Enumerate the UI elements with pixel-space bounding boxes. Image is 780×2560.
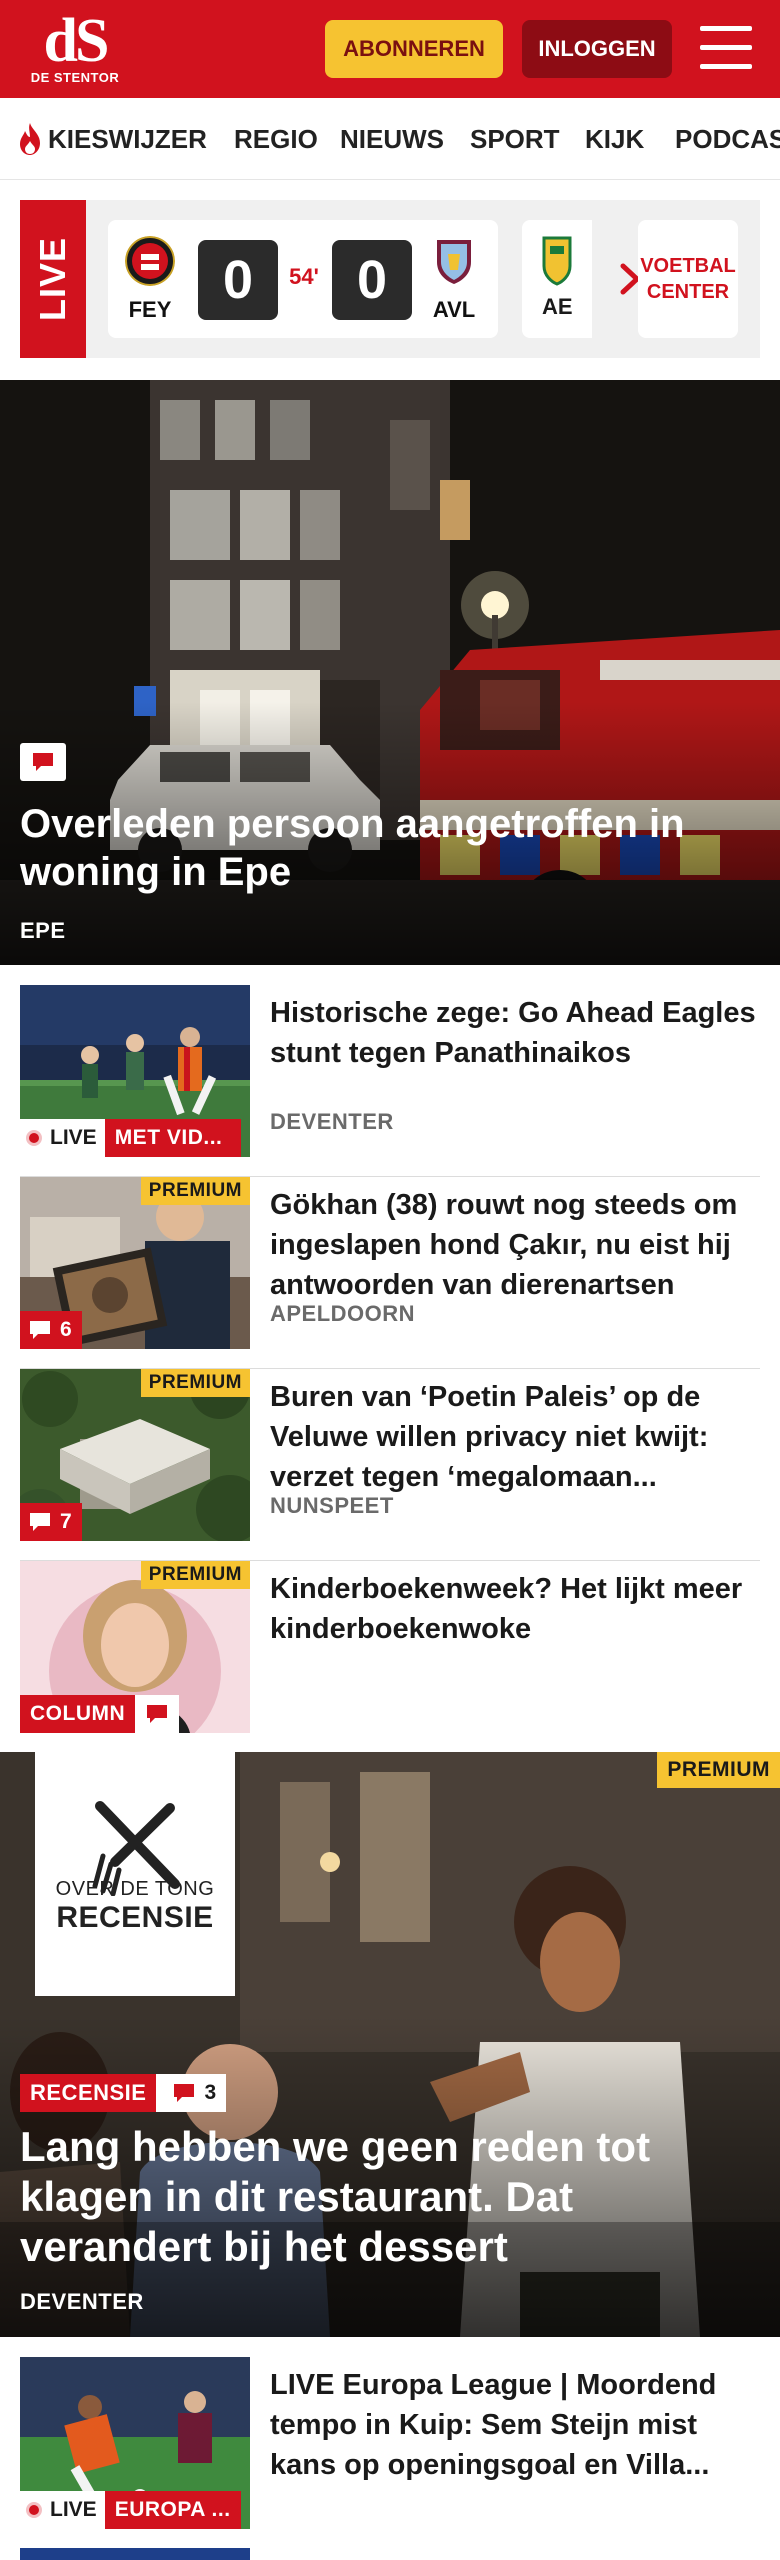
- featured-review-article[interactable]: PREMIUM OVER DE TONG RECENSIE RECENSIE 3…: [0, 1752, 780, 2337]
- article-thumbnail: PREMIUM 6: [20, 1177, 250, 1349]
- aston-villa-crest-icon: [437, 240, 471, 284]
- article-tags: LIVE MET VID...: [20, 1119, 241, 1157]
- home-score: 0: [198, 240, 278, 320]
- premium-badge: PREMIUM: [140, 1369, 250, 1397]
- hero2-location-label: DEVENTER: [20, 2289, 144, 2314]
- nav-item-kieswijzer[interactable]: KIESWIJZER: [16, 98, 207, 179]
- nav-item-kijk[interactable]: KIJK: [585, 98, 644, 179]
- subscribe-button[interactable]: ABONNEREN: [325, 20, 503, 78]
- article-tags: LIVE EUROPA ...: [20, 2491, 241, 2529]
- next-team-name: AE: [542, 294, 573, 319]
- article-title[interactable]: Gökhan (38) rouwt nog steeds om ingeslap…: [270, 1185, 760, 1305]
- article-location-label: DEVENTER: [270, 1109, 394, 1134]
- home-team: FEY: [122, 236, 178, 323]
- article-title[interactable]: Kinderboekenweek? Het lijkt meer kinderb…: [270, 1569, 760, 1649]
- hero2-title[interactable]: Lang hebben we geen reden tot klagen in …: [20, 2122, 760, 2272]
- article-tags: 6: [20, 1311, 82, 1349]
- live-tag: LIVE: [20, 2491, 105, 2529]
- premium-badge: PREMIUM: [657, 1752, 780, 1788]
- live-dot-icon: [26, 1130, 42, 1146]
- away-score: 0: [332, 240, 412, 320]
- comment-count: 7: [60, 1510, 72, 1533]
- article-thumbnail: PREMIUM COLUMN: [20, 1561, 250, 1733]
- comment-count: 3: [204, 2081, 217, 2104]
- football-center-line2: CENTER: [646, 281, 730, 303]
- ado-crest-icon: [542, 236, 572, 286]
- review-tag: RECENSIE: [20, 2074, 157, 2112]
- nav-item-regio[interactable]: REGIO: [234, 98, 318, 179]
- live-tag-label: LIVE: [50, 1126, 97, 1149]
- comment-count: 6: [60, 1318, 72, 1341]
- flame-icon: [20, 123, 40, 155]
- hero-location-label: EPE: [20, 918, 66, 943]
- match-card-next[interactable]: AE: [522, 220, 592, 338]
- live-tab-label: LIVE: [32, 236, 73, 322]
- comment-count-tag[interactable]: 6: [20, 1311, 82, 1349]
- match-minute: 54': [289, 264, 319, 289]
- nav-label-kieswijzer: KIESWIJZER: [48, 123, 207, 154]
- article-location-label: NUNSPEET: [270, 1493, 394, 1518]
- logo-text: DE STENTOR: [30, 70, 120, 85]
- video-tag: MET VID...: [104, 1119, 241, 1157]
- hamburger-menu-icon[interactable]: [700, 24, 752, 72]
- comments-badge[interactable]: [20, 743, 66, 781]
- nav-item-podcast[interactable]: PODCAST: [675, 98, 780, 179]
- article-thumbnail: LIVE EUROPA ...: [20, 2357, 250, 2529]
- article-item[interactable]: LIVE MET VID... Historische zege: Go Ahe…: [20, 985, 760, 1177]
- football-center-button[interactable]: VOETBAL CENTER: [638, 220, 738, 338]
- comment-icon: [30, 1513, 50, 1531]
- home-team-name: FEY: [128, 297, 172, 322]
- nav-item-sport[interactable]: SPORT: [470, 98, 560, 179]
- comment-count-tag[interactable]: 3: [162, 2074, 227, 2112]
- europa-tag: EUROPA ...: [104, 2491, 241, 2529]
- column-tag: COLUMN: [20, 1695, 136, 1733]
- live-dot-icon: [26, 2502, 42, 2518]
- comments-badge[interactable]: [135, 1695, 180, 1733]
- article-title[interactable]: Historische zege: Go Ahead Eagles stunt …: [270, 993, 760, 1073]
- nav-item-nieuws[interactable]: NIEUWS: [340, 98, 444, 179]
- feyenoord-crest-icon: [125, 236, 175, 286]
- site-logo[interactable]: dS DE STENTOR: [20, 10, 130, 90]
- logo-line2: RECENSIE: [56, 1901, 214, 1934]
- article-item[interactable]: PREMIUM 6 Gökhan (38) rouwt nog steeds o…: [20, 1177, 760, 1369]
- match-card-fey-avl[interactable]: FEY 0 54' 0 AVL: [108, 220, 498, 338]
- top-header: dS DE STENTOR ABONNEREN INLOGGEN: [0, 0, 780, 98]
- fork-knife-icon: [92, 1801, 180, 1896]
- login-button[interactable]: INLOGGEN: [522, 20, 672, 78]
- comment-count-tag[interactable]: 7: [20, 1503, 82, 1541]
- main-navigation: KIESWIJZER REGIO NIEUWS SPORT KIJK PODCA…: [0, 98, 780, 180]
- comment-icon: [174, 2084, 195, 2102]
- hero-article[interactable]: Overleden persoon aangetroffen in woning…: [0, 380, 780, 965]
- next-article-thumbnail-peek: [20, 2548, 250, 2560]
- article-location-label: APELDOORN: [270, 1301, 416, 1326]
- football-center-line1: VOETBAL: [640, 255, 736, 277]
- logo-mark: dS: [43, 7, 110, 75]
- article-title[interactable]: LIVE Europa League | Moordend tempo in K…: [270, 2365, 760, 2485]
- live-tag: LIVE: [20, 1119, 105, 1157]
- live-scores-bar: LIVE FEY 0 54' 0 AVL AE VOETBAL CENTER: [20, 200, 760, 358]
- over-de-tong-logo: OVER DE TONG RECENSIE: [35, 1752, 235, 1996]
- article-tags: COLUMN: [20, 1695, 180, 1733]
- hero2-tags: RECENSIE 3: [20, 2074, 227, 2112]
- premium-badge: PREMIUM: [140, 1177, 250, 1205]
- article-item[interactable]: PREMIUM COLUMN Kinderboekenweek? Het lij…: [20, 1561, 760, 1753]
- away-team-name: AVL: [432, 297, 476, 322]
- article-thumbnail: PREMIUM 7: [20, 1369, 250, 1541]
- article-item[interactable]: LIVE EUROPA ... LIVE Europa League | Moo…: [20, 2357, 760, 2549]
- live-tab[interactable]: LIVE: [20, 200, 86, 358]
- away-team: AVL: [426, 236, 482, 323]
- article-thumbnail: LIVE MET VID...: [20, 985, 250, 1157]
- live-tag-label: LIVE: [50, 2498, 97, 2521]
- comment-icon: [147, 1705, 168, 1723]
- article-title[interactable]: Buren van ‘Poetin Paleis’ op de Veluwe w…: [270, 1377, 760, 1497]
- article-tags: 7: [20, 1503, 82, 1541]
- comment-icon: [30, 1321, 50, 1339]
- premium-badge: PREMIUM: [140, 1561, 250, 1589]
- hero-title[interactable]: Overleden persoon aangetroffen in woning…: [20, 800, 760, 896]
- article-item[interactable]: PREMIUM 7 Buren van ‘Poetin Paleis’ op d…: [20, 1369, 760, 1561]
- comment-icon: [33, 753, 53, 771]
